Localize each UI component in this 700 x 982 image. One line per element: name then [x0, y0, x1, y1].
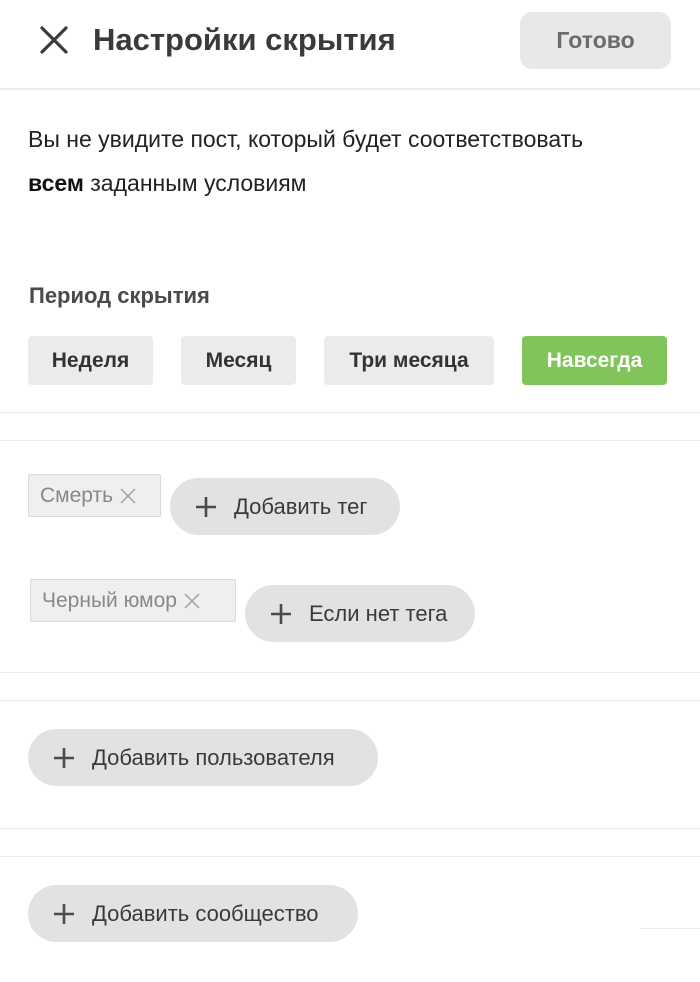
add-exclude-tag-label: Если нет тега — [309, 600, 448, 626]
page-title: Настройки скрытия — [93, 22, 396, 57]
add-user-button[interactable]: Добавить пользователя — [28, 729, 378, 786]
x-icon — [184, 592, 200, 609]
plus-icon — [269, 602, 293, 626]
period-option-three-months[interactable]: Три месяца — [324, 336, 494, 385]
add-user-label: Добавить пользователя — [92, 744, 335, 770]
add-community-label: Добавить сообщество — [92, 900, 319, 926]
tag-chip: Черный юмор — [30, 579, 236, 622]
period-option-month[interactable]: Месяц — [181, 336, 296, 385]
done-button[interactable]: Готово — [520, 12, 671, 69]
plus-icon — [194, 495, 218, 519]
add-exclude-tag-button[interactable]: Если нет тега — [245, 585, 475, 642]
remove-tag-button[interactable] — [179, 588, 205, 614]
divider — [0, 412, 700, 413]
x-icon — [120, 487, 136, 504]
description-line2: заданным условиям — [83, 170, 307, 196]
divider — [0, 672, 700, 673]
period-option-week[interactable]: Неделя — [28, 336, 153, 385]
close-button[interactable] — [36, 22, 72, 58]
description-text: Вы не увидите пост, который будет соотве… — [28, 117, 678, 205]
description-line1: Вы не увидите пост, который будет соотве… — [28, 126, 584, 152]
tag-chip: Смерть — [28, 474, 161, 517]
divider — [0, 700, 700, 701]
divider — [0, 856, 700, 857]
plus-icon — [52, 746, 76, 770]
period-label: Период скрытия — [29, 283, 210, 308]
add-tag-button[interactable]: Добавить тег — [170, 478, 400, 535]
period-option-forever[interactable]: Навсегда — [522, 336, 667, 385]
divider — [0, 828, 700, 829]
close-icon — [40, 26, 68, 54]
divider — [0, 440, 700, 441]
add-tag-label: Добавить тег — [234, 493, 368, 519]
add-community-button[interactable]: Добавить сообщество — [28, 885, 358, 942]
plus-icon — [52, 902, 76, 926]
header-bar: Настройки скрытия Готово — [0, 0, 700, 90]
description-emphasis: всем — [28, 170, 84, 196]
tag-label: Смерть — [40, 483, 114, 507]
divider — [640, 928, 700, 929]
tag-label: Черный юмор — [42, 588, 177, 612]
remove-tag-button[interactable] — [115, 483, 141, 509]
